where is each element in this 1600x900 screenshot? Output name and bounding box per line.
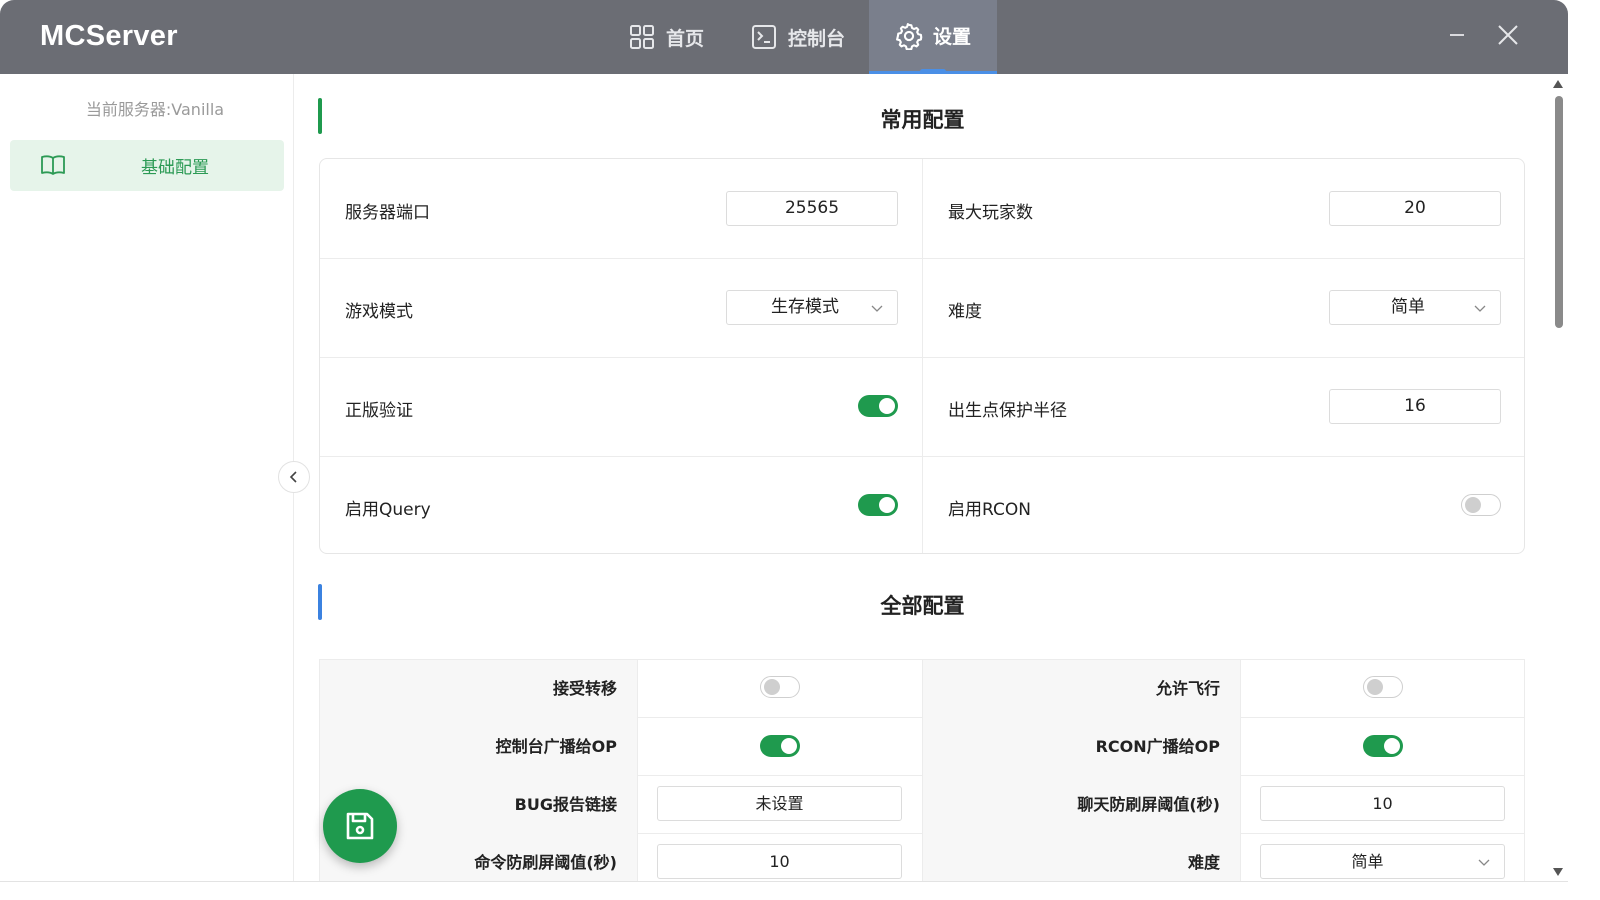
server-port-label: 服务器端口 [345,203,430,223]
game-mode-label: 游戏模式 [345,302,413,322]
broadcast-rcon-op-toggle[interactable] [1363,735,1403,757]
sidebar [0,74,294,882]
all-config-title: 全部配置 [880,594,965,618]
app-title: MCServer [40,20,178,52]
difficulty-value: 简单 [1391,297,1425,317]
online-mode-toggle[interactable] [858,395,898,417]
save-icon [346,812,374,840]
terminal-icon [752,25,777,49]
game-mode-value: 生存模式 [771,297,839,317]
grid-icon [630,25,654,49]
accept-transfer-toggle[interactable] [760,676,800,698]
difficulty-select[interactable]: 简单 [1329,290,1501,325]
broadcast-console-op-toggle[interactable] [760,735,800,757]
difficulty-value: 简单 [1351,852,1384,871]
minimize-button[interactable] [1442,20,1472,50]
tab-console-label: 控制台 [788,27,846,50]
scroll-up-arrow[interactable] [1553,80,1563,88]
all-config-table: 接受转移 允许飞行 控制台广播给OP RCON广播给OP BUG报告链接 未设置… [319,659,1525,881]
tab-home[interactable]: 首页 [606,0,728,74]
save-button[interactable] [323,789,397,863]
title-bar: MCServer 首页 控制台 设置 [0,0,1568,74]
sidebar-item-basic-config[interactable]: 基础配置 [10,140,284,191]
allow-flight-toggle[interactable] [1363,676,1403,698]
max-players-label: 最大玩家数 [948,203,1033,223]
close-button[interactable] [1493,20,1523,50]
tab-settings[interactable]: 设置 [869,0,998,74]
common-config-title: 常用配置 [880,108,965,132]
chevron-down-icon [1474,305,1486,312]
tab-home-label: 首页 [666,27,705,50]
spawn-protection-label: 出生点保护半径 [948,401,1067,421]
server-port-input[interactable]: 25565 [726,191,898,226]
scroll-thumb[interactable] [1555,96,1563,328]
chevron-down-icon [871,305,883,312]
difficulty-label: 难度 [948,302,982,322]
gear-icon [896,22,923,50]
enable-rcon-label: 启用RCON [948,500,1031,520]
game-mode-select[interactable]: 生存模式 [726,290,898,325]
current-server-label: 当前服务器:Vanilla [85,100,225,119]
spawn-protection-input[interactable]: 16 [1329,389,1501,424]
broadcast-rcon-op-label: RCON广播给OP [923,718,1240,776]
sidebar-item-label: 基础配置 [141,158,209,178]
chat-spam-threshold-input[interactable]: 10 [1260,786,1505,821]
command-spam-threshold-input[interactable]: 10 [657,844,902,879]
enable-rcon-toggle[interactable] [1461,494,1501,516]
close-icon [1498,25,1518,45]
table-row: 控制台广播给OP RCON广播给OP [320,718,1524,776]
allow-flight-label: 允许飞行 [923,660,1240,718]
tab-settings-label: 设置 [933,26,972,48]
vertical-scrollbar[interactable] [1551,74,1565,882]
minimize-icon [1450,34,1464,36]
window-bottom-edge [0,881,1568,882]
difficulty-label: 难度 [923,834,1240,881]
online-mode-label: 正版验证 [345,401,413,421]
enable-query-label: 启用Query [345,500,431,520]
bug-report-link-input[interactable]: 未设置 [657,786,902,821]
accept-transfer-label: 接受转移 [320,660,637,718]
difficulty-select[interactable]: 简单 [1260,844,1505,879]
chevron-down-icon [1478,859,1490,866]
main-tabs: 首页 控制台 设置 [606,0,998,74]
collapse-sidebar-button[interactable] [278,461,310,493]
chevron-left-icon [289,471,297,483]
broadcast-console-op-label: 控制台广播给OP [320,718,637,776]
common-config-card: 服务器端口 25565 最大玩家数 20 游戏模式 生存模式 难度 简单 正版验… [319,158,1525,554]
tab-console[interactable]: 控制台 [728,0,869,74]
table-row: 接受转移 允许飞行 [320,660,1524,718]
max-players-input[interactable]: 20 [1329,191,1501,226]
enable-query-toggle[interactable] [858,494,898,516]
scroll-down-arrow[interactable] [1553,868,1563,876]
table-row: 命令防刷屏阈值(秒) 10 难度 简单 [320,834,1524,881]
chat-spam-threshold-label: 聊天防刷屏阈值(秒) [923,776,1240,834]
table-row: BUG报告链接 未设置 聊天防刷屏阈值(秒) 10 [320,776,1524,834]
active-tab-indicator [920,69,947,74]
